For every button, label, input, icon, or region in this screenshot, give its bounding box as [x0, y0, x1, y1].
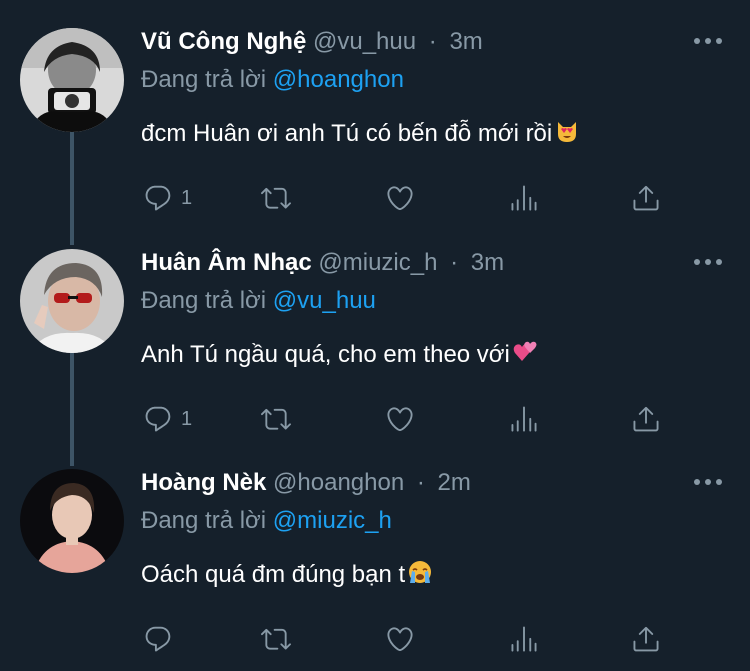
crying-face-emoji [407, 559, 433, 592]
tweet-text: Anh Tú ngầu quá, cho em theo với [141, 339, 538, 372]
mention-link[interactable]: @vu_huu [273, 287, 376, 314]
tweet-text: đcm Huân ơi anh Tú có bến đỗ mới rồi [141, 118, 580, 151]
tweet-actions: 1 [141, 180, 681, 216]
display-name[interactable]: Vũ Công Nghệ [141, 28, 306, 55]
comment-icon [145, 626, 171, 652]
more-icon[interactable] [694, 257, 722, 267]
tweet-actions: 1 [141, 401, 681, 437]
like-button[interactable] [385, 401, 415, 437]
display-name[interactable]: Huân Âm Nhạc [141, 249, 312, 276]
analytics-button[interactable] [509, 401, 539, 437]
tweet-text: Oách quá đm đúng bạn t [141, 559, 433, 592]
like-button[interactable] [385, 621, 415, 657]
tweet-header: Vũ Công Nghệ @vu_huu · 3m [141, 28, 483, 56]
tweet-header: Hoàng Nèk @hoanghon · 2m [141, 469, 471, 497]
retweet-icon [261, 628, 291, 650]
like-icon [387, 186, 413, 211]
tweet-text-content: Oách quá đm đúng bạn t [141, 560, 406, 588]
reply-button[interactable] [143, 621, 181, 657]
more-icon[interactable] [694, 477, 722, 487]
analytics-icon [511, 626, 537, 652]
separator: · [428, 28, 437, 55]
retweet-icon [261, 187, 291, 209]
tweet-header: Huân Âm Nhạc @miuzic_h · 3m [141, 249, 504, 277]
share-button[interactable] [631, 401, 661, 437]
share-icon [633, 626, 659, 652]
reply-count: 1 [181, 407, 193, 430]
reply-count: 1 [181, 186, 193, 209]
tweet-text-content: đcm Huân ơi anh Tú có bến đỗ mới rồi [141, 119, 553, 147]
mention-link[interactable]: @miuzic_h [273, 507, 392, 534]
username[interactable]: @miuzic_h [318, 249, 437, 276]
share-icon [633, 406, 659, 432]
like-icon [387, 627, 413, 652]
like-icon [387, 407, 413, 432]
avatar[interactable] [20, 28, 124, 132]
analytics-button[interactable] [509, 621, 539, 657]
share-icon [633, 185, 659, 211]
tweet-actions [141, 621, 681, 657]
avatar[interactable] [20, 249, 124, 353]
replying-to: Đang trả lời @miuzic_h [141, 507, 392, 535]
replying-to-label: Đang trả lời [141, 66, 267, 93]
comment-icon [145, 406, 171, 432]
replying-to: Đang trả lời @vu_huu [141, 287, 376, 315]
like-button[interactable] [385, 180, 415, 216]
replying-to: Đang trả lời @hoanghon [141, 66, 404, 94]
analytics-icon [511, 185, 537, 211]
timestamp[interactable]: 2m [438, 469, 471, 496]
replying-to-label: Đang trả lời [141, 287, 267, 314]
retweet-button[interactable] [261, 621, 291, 657]
heart-eyes-cat-emoji [554, 118, 580, 151]
analytics-icon [511, 406, 537, 432]
timestamp[interactable]: 3m [471, 249, 504, 276]
tweet[interactable]: Vũ Công Nghệ @vu_huu · 3m Đang trả lời @… [0, 0, 750, 222]
mention-link[interactable]: @hoanghon [273, 66, 404, 93]
retweet-button[interactable] [261, 401, 291, 437]
retweet-button[interactable] [261, 180, 291, 216]
more-icon[interactable] [694, 36, 722, 46]
timestamp[interactable]: 3m [449, 28, 482, 55]
reply-button[interactable]: 1 [143, 180, 192, 216]
username[interactable]: @hoanghon [273, 469, 404, 496]
tweet[interactable]: Hoàng Nèk @hoanghon · 2m Đang trả lời @m… [0, 441, 750, 671]
retweet-icon [261, 408, 291, 430]
separator: · [450, 249, 459, 276]
username[interactable]: @vu_huu [313, 28, 416, 55]
two-hearts-emoji [512, 339, 538, 372]
analytics-button[interactable] [509, 180, 539, 216]
tweet-text-content: Anh Tú ngầu quá, cho em theo với [141, 340, 510, 368]
share-button[interactable] [631, 180, 661, 216]
separator: · [416, 469, 425, 496]
reply-button[interactable]: 1 [143, 401, 192, 437]
comment-icon [145, 185, 171, 211]
tweet[interactable]: Huân Âm Nhạc @miuzic_h · 3m Đang trả lời… [0, 221, 750, 443]
avatar[interactable] [20, 469, 124, 573]
share-button[interactable] [631, 621, 661, 657]
replying-to-label: Đang trả lời [141, 507, 267, 534]
display-name[interactable]: Hoàng Nèk [141, 469, 266, 496]
